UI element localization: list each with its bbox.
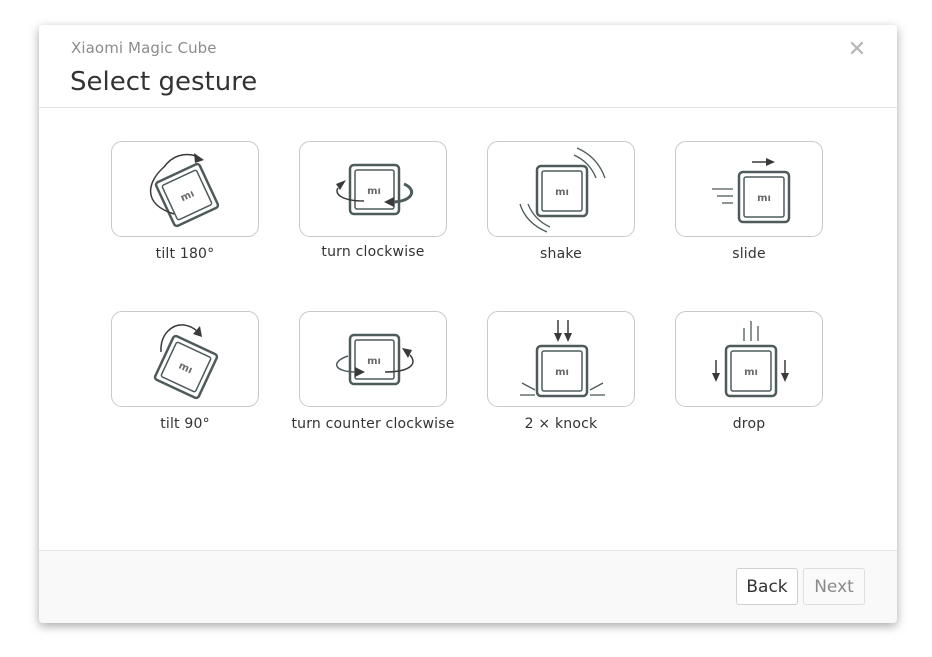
dialog-header: Xiaomi Magic Cube Select gesture ✕ [39, 25, 897, 108]
svg-text:mı: mı [179, 188, 196, 204]
gesture-tile-turn-clockwise[interactable]: mı turn clockwise [265, 108, 453, 260]
gesture-card[interactable]: mı [675, 141, 823, 237]
gesture-card[interactable]: mı [487, 141, 635, 237]
back-button[interactable]: Back [736, 568, 798, 605]
svg-text:mı: mı [555, 187, 569, 198]
slide-icon: mı [712, 158, 791, 224]
svg-text:mı: mı [367, 186, 381, 197]
gesture-tile-tilt-90[interactable]: mı tilt 90° [77, 278, 265, 432]
gesture-grid: mı tilt 180° mı turn clockwise mı shake … [39, 108, 897, 550]
tilt-90-icon: mı [153, 324, 219, 400]
gesture-label: tilt 90° [160, 416, 210, 432]
turn-clockwise-icon: mı [336, 163, 414, 216]
svg-text:mı: mı [744, 367, 758, 378]
gesture-label: turn clockwise [321, 244, 425, 260]
knock-icon: mı [520, 320, 605, 398]
gesture-card[interactable]: mı [675, 311, 823, 407]
close-icon[interactable]: ✕ [847, 38, 867, 62]
gesture-card[interactable]: mı [299, 311, 447, 407]
gesture-label: turn counter clockwise [291, 416, 455, 432]
gesture-card[interactable]: mı [111, 141, 259, 237]
gesture-card[interactable]: mı [111, 311, 259, 407]
gesture-tile-drop[interactable]: mı drop [641, 278, 829, 432]
tilt-180-icon: mı [149, 153, 220, 228]
turn-counter-clockwise-icon: mı [336, 333, 414, 386]
gesture-label: drop [732, 416, 766, 432]
gesture-card[interactable]: mı [299, 141, 447, 237]
select-gesture-dialog: Xiaomi Magic Cube Select gesture ✕ mı ti… [39, 25, 897, 623]
gesture-tile-knock[interactable]: mı 2 × knock [453, 278, 641, 432]
svg-text:mı: mı [757, 193, 771, 204]
next-button[interactable]: Next [803, 568, 865, 605]
drop-icon: mı [712, 321, 789, 398]
gesture-label: 2 × knock [524, 416, 598, 432]
dialog-footer: Back Next [39, 550, 897, 623]
gesture-label: tilt 180° [155, 246, 215, 262]
svg-text:mı: mı [177, 360, 194, 376]
svg-text:mı: mı [555, 367, 569, 378]
gesture-label: slide [732, 246, 766, 262]
shake-icon: mı [519, 147, 606, 233]
gesture-card[interactable]: mı [487, 311, 635, 407]
gesture-tile-slide[interactable]: mı slide [641, 108, 829, 262]
gesture-tile-shake[interactable]: mı shake [453, 108, 641, 262]
gesture-tile-tilt-180[interactable]: mı tilt 180° [77, 108, 265, 262]
gesture-label: shake [540, 246, 582, 262]
svg-text:mı: mı [367, 356, 381, 367]
gesture-tile-turn-counter-clockwise[interactable]: mı turn counter clockwise [265, 278, 454, 432]
dialog-subtitle: Xiaomi Magic Cube [71, 39, 217, 57]
dialog-title: Select gesture [70, 67, 258, 97]
